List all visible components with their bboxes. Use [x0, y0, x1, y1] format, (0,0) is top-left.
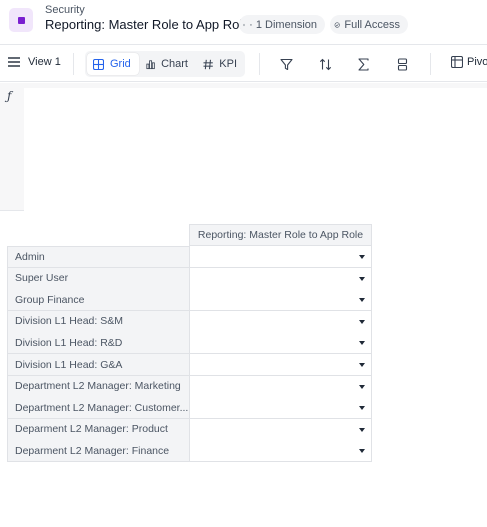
sort-icon [319, 58, 331, 70]
toolbar: View 1 Grid Chart KPI Pivo [0, 44, 487, 82]
dropdown-cell[interactable] [189, 440, 372, 463]
table-row: Admin [7, 246, 372, 268]
dropdown-cell[interactable] [189, 289, 372, 312]
access-chip[interactable]: Full Access [330, 15, 408, 34]
grid-icon [93, 58, 104, 70]
row-label[interactable]: Division L1 Head: S&M [7, 310, 190, 333]
filter-icon [279, 58, 293, 70]
hash-icon [203, 59, 213, 69]
row-label[interactable]: Super User [7, 267, 190, 290]
column-header[interactable]: Reporting: Master Role to App Role [189, 224, 372, 246]
table-row: Department L2 Manager: Marketing [7, 375, 372, 398]
view-type-switcher: Grid Chart KPI [85, 51, 245, 77]
row-label[interactable]: Division L1 Head: G&A [7, 354, 190, 376]
table-row: Division L1 Head: G&A [7, 354, 372, 376]
dropdown-cell[interactable] [189, 310, 372, 333]
row-label[interactable]: Department L2 Manager: Customer... [7, 397, 190, 420]
dimension-chip-label: · 1 Dimension [249, 18, 317, 31]
row-label[interactable]: Division L1 Head: R&D [7, 332, 190, 355]
access-icon [334, 21, 340, 28]
view-menu-button[interactable]: View 1 [8, 56, 61, 68]
tab-grid[interactable]: Grid [87, 53, 139, 75]
tab-chart[interactable]: Chart [140, 53, 194, 75]
sort-button[interactable] [317, 56, 333, 72]
row-label[interactable]: Group Finance [7, 289, 190, 312]
pivot-icon [451, 56, 463, 68]
function-icon: ƒ [7, 89, 12, 103]
caret-down-icon[interactable] [359, 341, 365, 346]
row-label[interactable]: Deparment L2 Manager: Finance [7, 440, 190, 463]
dropdown-cell[interactable] [189, 354, 372, 376]
filter-button[interactable] [278, 56, 294, 72]
sum-icon [357, 57, 369, 71]
pivot-label: Pivo [467, 56, 487, 68]
menu-icon [8, 57, 20, 67]
caret-down-icon[interactable] [359, 298, 365, 303]
tab-grid-label: Grid [110, 58, 131, 70]
dropdown-cell[interactable] [189, 246, 372, 268]
caret-down-icon[interactable] [359, 406, 365, 411]
table-icon [243, 23, 246, 26]
tab-kpi-label: KPI [219, 58, 237, 70]
caret-down-icon[interactable] [359, 319, 365, 324]
table-row: Group Finance [7, 289, 372, 312]
caret-down-icon[interactable] [359, 384, 365, 389]
caret-down-icon[interactable] [359, 427, 365, 432]
breadcrumb[interactable]: Security [45, 4, 85, 16]
rows-button[interactable] [394, 56, 410, 72]
view-label: View 1 [28, 56, 61, 68]
row-label[interactable]: Admin [7, 246, 190, 268]
formula-input[interactable] [24, 88, 487, 211]
table-row: Super User [7, 267, 372, 290]
caret-down-icon[interactable] [359, 449, 365, 454]
row-label[interactable]: Deparment L2 Manager: Product [7, 418, 190, 441]
dropdown-cell[interactable] [189, 375, 372, 398]
tab-kpi[interactable]: KPI [197, 53, 243, 75]
page-header: Security Reporting: Master Role to App R… [0, 0, 487, 42]
caret-down-icon[interactable] [359, 276, 365, 281]
app-icon [9, 8, 33, 32]
divider [259, 53, 260, 75]
table-row: Deparment L2 Manager: Finance [7, 440, 372, 463]
page-title[interactable]: Reporting: Master Role to App Role [45, 17, 250, 32]
tab-chart-label: Chart [161, 58, 188, 70]
divider [430, 53, 431, 75]
table-row: Division L1 Head: S&M [7, 310, 372, 333]
bar-chart-icon [146, 59, 155, 69]
table-row: Division L1 Head: R&D [7, 332, 372, 355]
dimension-chip[interactable]: · 1 Dimension [239, 15, 325, 34]
dropdown-cell[interactable] [189, 418, 372, 441]
formula-bar: ƒ [0, 83, 487, 211]
caret-down-icon[interactable] [359, 255, 365, 259]
dropdown-cell[interactable] [189, 332, 372, 355]
divider [73, 53, 74, 75]
table-row: Deparment L2 Manager: Product [7, 418, 372, 441]
caret-down-icon[interactable] [359, 363, 365, 367]
dropdown-cell[interactable] [189, 397, 372, 420]
table-row: Department L2 Manager: Customer... [7, 397, 372, 420]
pivot-button[interactable]: Pivo [451, 56, 487, 68]
row-label[interactable]: Department L2 Manager: Marketing [7, 375, 190, 398]
rows-icon [397, 57, 407, 71]
access-chip-label: Full Access [344, 18, 400, 31]
sum-button[interactable] [355, 56, 371, 72]
dropdown-cell[interactable] [189, 267, 372, 290]
